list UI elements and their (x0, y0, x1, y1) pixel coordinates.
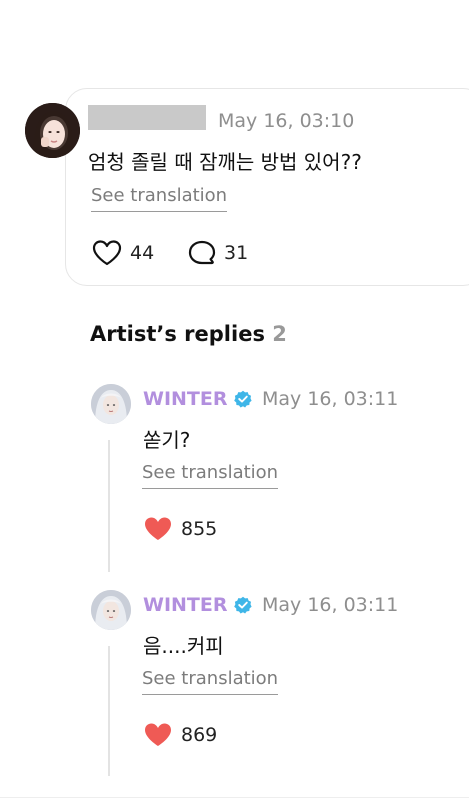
post-like-count: 44 (130, 242, 155, 264)
heart-outline-icon (92, 240, 122, 266)
verified-badge-icon (233, 390, 252, 408)
reply-2-see-translation-link[interactable]: See translation (142, 668, 279, 695)
reply-2-text: 음....커피 (143, 634, 224, 658)
reply-2-like-button[interactable]: 869 (143, 722, 217, 748)
artist-name-text: WINTER (143, 388, 228, 410)
fan-username-redacted (88, 105, 206, 130)
reply-1-text: 쏟기? (143, 428, 191, 452)
heart-filled-icon (145, 517, 171, 540)
reply-1-see-translation-link[interactable]: See translation (142, 462, 279, 489)
artist-replies-title: Artist’s replies (90, 322, 265, 346)
reply-1-like-count: 855 (181, 518, 218, 540)
artist-avatar[interactable] (91, 590, 131, 630)
artist-name-reply-1[interactable]: WINTER (143, 388, 252, 410)
post-text: 엄청 졸릴 때 잠깨는 방법 있어?? (88, 150, 362, 174)
artist-avatar[interactable] (91, 384, 131, 424)
artist-name-reply-2[interactable]: WINTER (143, 594, 252, 616)
reply-1-timestamp: May 16, 03:11 (262, 388, 399, 410)
heart-filled-icon (145, 723, 171, 746)
post-comment-count: 31 (224, 242, 249, 264)
artist-replies-heading: Artist’s replies 2 (90, 322, 287, 346)
reply-2-thread-line (108, 646, 110, 776)
reply-1-thread-line (108, 440, 110, 572)
artist-replies-count: 2 (272, 322, 287, 346)
artist-name-text: WINTER (143, 594, 228, 616)
post-comment-button[interactable]: 31 (188, 240, 248, 266)
post-timestamp: May 16, 03:10 (218, 110, 355, 132)
fan-avatar[interactable] (25, 103, 80, 158)
reply-2-like-count: 869 (181, 724, 218, 746)
comment-bubble-icon (188, 240, 216, 265)
verified-badge-icon (233, 596, 252, 614)
post-see-translation-link[interactable]: See translation (91, 185, 228, 212)
reply-2-timestamp: May 16, 03:11 (262, 594, 399, 616)
reply-1-like-button[interactable]: 855 (143, 516, 217, 542)
bottom-divider (0, 797, 469, 798)
post-like-button[interactable]: 44 (92, 240, 154, 266)
